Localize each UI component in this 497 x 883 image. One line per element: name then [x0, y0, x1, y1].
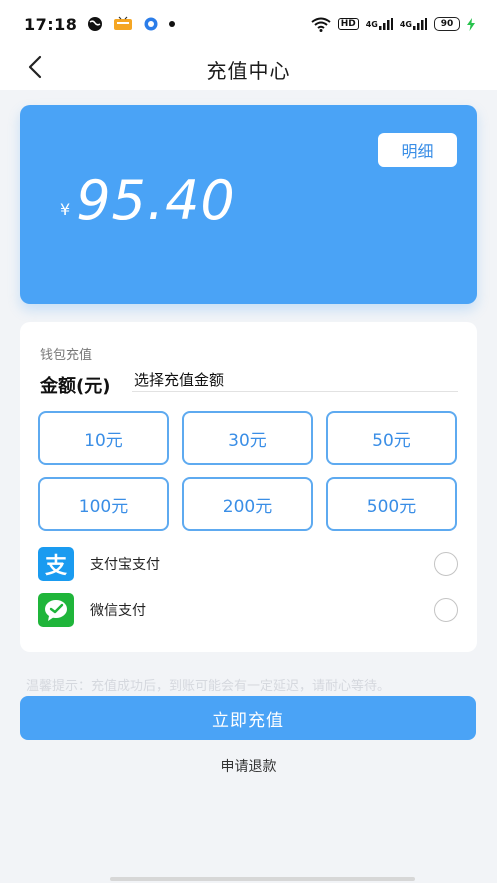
network-label: 4G	[399, 19, 412, 29]
chevron-left-icon	[28, 55, 42, 83]
dot-icon	[169, 21, 176, 27]
status-time: 17:18	[24, 14, 78, 34]
signal-icon: 4G	[400, 18, 427, 30]
network-label: 4G	[365, 19, 378, 29]
section-label: 钱包充值	[40, 348, 93, 363]
charging-icon	[467, 17, 475, 31]
battery-indicator: 90	[434, 17, 460, 31]
amount-option[interactable]: 30元	[182, 411, 313, 465]
submit-recharge-button[interactable]: 立即充值	[20, 696, 476, 740]
amount-option[interactable]: 200元	[182, 477, 313, 531]
amount-option[interactable]: 100元	[38, 477, 169, 531]
status-right: HD 4G 4G 90	[311, 17, 475, 32]
back-button[interactable]	[18, 52, 52, 86]
amount-option[interactable]: 50元	[326, 411, 457, 465]
nav-bar: 充值中心	[0, 48, 497, 90]
currency-symbol: ¥	[60, 200, 71, 219]
chat-bubble-icon	[143, 16, 159, 32]
payment-label: 支付宝支付	[90, 557, 160, 573]
radio-button[interactable]	[434, 598, 458, 622]
tip-text: 温馨提示：充值成功后，到账可能会有一定延迟，请耐心等待。	[26, 679, 391, 694]
app-icon	[113, 16, 133, 32]
signal-icon: 4G	[366, 18, 393, 30]
status-left: 17:18	[24, 14, 176, 34]
amount-option[interactable]: 500元	[326, 477, 457, 531]
alipay-icon: 支	[38, 547, 74, 581]
balance-amount: 95.40	[76, 169, 236, 232]
detail-button[interactable]: 明细	[378, 133, 457, 167]
amount-input[interactable]	[132, 368, 458, 392]
page-title: 充值中心	[206, 58, 291, 83]
home-indicator	[110, 877, 415, 881]
amount-label: 金额(元)	[40, 376, 111, 397]
payment-option-wechat[interactable]: 微信支付	[38, 592, 458, 628]
amount-option[interactable]: 10元	[38, 411, 169, 465]
payment-option-alipay[interactable]: 支 支付宝支付	[38, 546, 458, 582]
hd-icon: HD	[337, 18, 359, 30]
balance-card: 明细 ¥ 95.40	[20, 105, 477, 304]
wechat-icon	[38, 593, 74, 627]
wifi-icon	[311, 17, 331, 32]
balance-row: ¥ 95.40	[60, 169, 236, 232]
alipay-icon-glyph: 支	[44, 554, 67, 579]
globe-icon	[87, 16, 103, 32]
radio-button[interactable]	[434, 552, 458, 576]
payment-label: 微信支付	[90, 603, 146, 619]
refund-link[interactable]: 申请退款	[0, 756, 497, 776]
status-bar: 17:18 HD 4G 4G 90	[0, 0, 497, 48]
recharge-panel: 钱包充值 金额(元) 10元 30元 50元 100元 200元 500元 支 …	[20, 322, 477, 652]
